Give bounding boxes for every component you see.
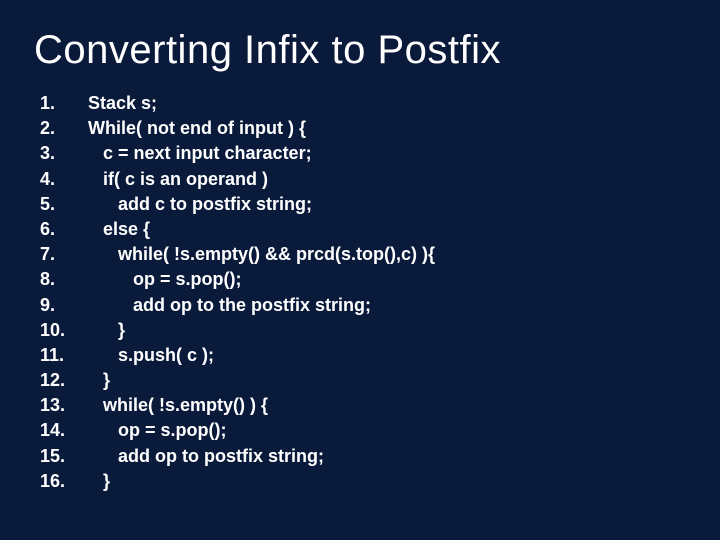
code-list: 1.Stack s; 2.While( not end of input ) {…: [40, 91, 690, 494]
line-text: op = s.pop();: [88, 267, 242, 292]
code-line: 2.While( not end of input ) {: [40, 116, 690, 141]
code-line: 13. while( !s.empty() ) {: [40, 393, 690, 418]
code-line: 9. add op to the postfix string;: [40, 293, 690, 318]
line-text: }: [88, 469, 110, 494]
line-text: while( !s.empty() ) {: [88, 393, 268, 418]
line-number: 10.: [40, 318, 88, 343]
code-line: 3. c = next input character;: [40, 141, 690, 166]
line-text: c = next input character;: [88, 141, 312, 166]
line-number: 2.: [40, 116, 88, 141]
line-text: op = s.pop();: [88, 418, 227, 443]
line-text: add op to the postfix string;: [88, 293, 371, 318]
line-number: 5.: [40, 192, 88, 217]
line-text: add op to postfix string;: [88, 444, 324, 469]
line-text: add c to postfix string;: [88, 192, 312, 217]
code-line: 16. }: [40, 469, 690, 494]
line-number: 3.: [40, 141, 88, 166]
line-number: 12.: [40, 368, 88, 393]
line-number: 14.: [40, 418, 88, 443]
code-line: 7. while( !s.empty() && prcd(s.top(),c) …: [40, 242, 690, 267]
line-number: 15.: [40, 444, 88, 469]
line-text: While( not end of input ) {: [88, 116, 306, 141]
code-line: 1.Stack s;: [40, 91, 690, 116]
code-line: 12. }: [40, 368, 690, 393]
line-number: 6.: [40, 217, 88, 242]
line-number: 13.: [40, 393, 88, 418]
slide: Converting Infix to Postfix 1.Stack s; 2…: [0, 0, 720, 540]
line-number: 16.: [40, 469, 88, 494]
code-line: 14. op = s.pop();: [40, 418, 690, 443]
line-number: 1.: [40, 91, 88, 116]
line-text: s.push( c );: [88, 343, 214, 368]
line-number: 8.: [40, 267, 88, 292]
line-number: 11.: [40, 343, 88, 368]
code-line: 8. op = s.pop();: [40, 267, 690, 292]
line-number: 9.: [40, 293, 88, 318]
line-text: Stack s;: [88, 91, 157, 116]
slide-title: Converting Infix to Postfix: [34, 28, 690, 73]
line-number: 4.: [40, 167, 88, 192]
code-line: 6. else {: [40, 217, 690, 242]
line-text: else {: [88, 217, 150, 242]
code-line: 15. add op to postfix string;: [40, 444, 690, 469]
code-line: 4. if( c is an operand ): [40, 167, 690, 192]
line-text: }: [88, 368, 110, 393]
line-number: 7.: [40, 242, 88, 267]
line-text: if( c is an operand ): [88, 167, 268, 192]
line-text: while( !s.empty() && prcd(s.top(),c) ){: [88, 242, 435, 267]
code-line: 5. add c to postfix string;: [40, 192, 690, 217]
code-line: 10. }: [40, 318, 690, 343]
code-line: 11. s.push( c );: [40, 343, 690, 368]
line-text: }: [88, 318, 125, 343]
